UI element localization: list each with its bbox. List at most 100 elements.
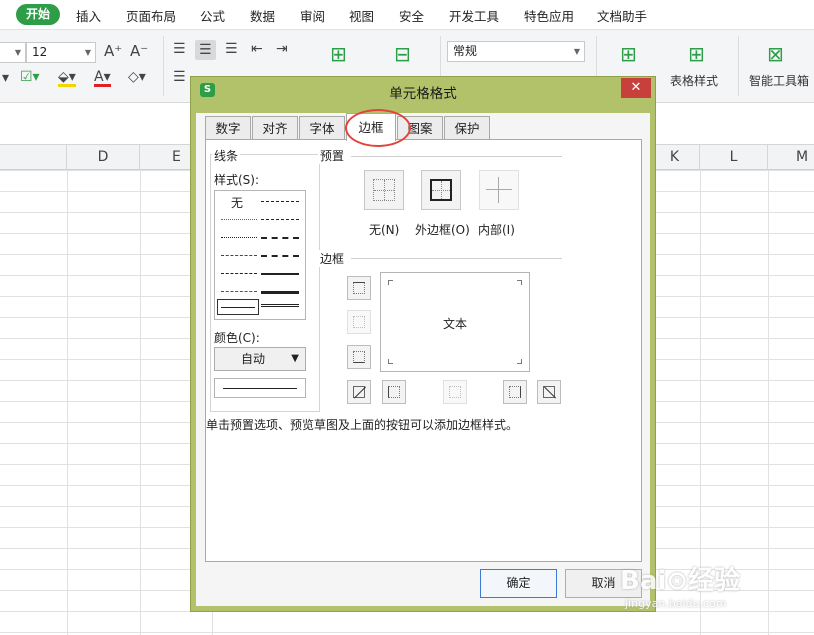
- border-top-button[interactable]: [347, 276, 371, 300]
- menu-data[interactable]: 数据: [250, 6, 275, 25]
- preset-inside-button[interactable]: [479, 170, 519, 210]
- border-diagonal-down-button[interactable]: [537, 380, 561, 404]
- style-dash-dot[interactable]: [221, 255, 257, 256]
- style-dashed[interactable]: [221, 291, 257, 292]
- style-label: 样式(S):: [214, 173, 260, 187]
- watermark-url: jingyan.baidu.com: [625, 597, 727, 610]
- cell-fill-icon[interactable]: ▾: [2, 71, 9, 85]
- hint-text: 单击预置选项、预览草图及上面的按钮可以添加边框样式。: [206, 418, 519, 432]
- ok-button[interactable]: 确定: [480, 569, 557, 598]
- style-hair[interactable]: [221, 219, 257, 220]
- dialog-title: 单元格格式: [389, 86, 457, 102]
- fill-color-icon[interactable]: ⬙▾: [58, 70, 76, 87]
- line-preview: [214, 378, 306, 398]
- menu-formula[interactable]: 公式: [200, 6, 225, 25]
- preset-inside-icon: [486, 177, 512, 203]
- preset-inside-label: 内部(I): [478, 223, 515, 237]
- color-value: 自动: [241, 352, 266, 366]
- preset-divider: [351, 156, 562, 157]
- toolbox-icon[interactable]: ⊠: [767, 44, 784, 64]
- conditional-format-icon[interactable]: ⊞: [620, 44, 637, 64]
- preset-outline-button[interactable]: [421, 170, 461, 210]
- line-style-list[interactable]: 无: [214, 190, 306, 320]
- style-dash-dot-dot[interactable]: [261, 219, 299, 220]
- menu-special-apps[interactable]: 特色应用: [524, 6, 574, 25]
- style-double[interactable]: [261, 304, 299, 307]
- column-l-label: L: [729, 149, 738, 165]
- column-c[interactable]: [0, 145, 67, 170]
- font-size-value: 12: [32, 45, 48, 59]
- cell-format-dialog: S 单元格格式 ✕ 数字 对齐 字体 边框 图案 保护 线条 样式(S): 无: [190, 76, 656, 612]
- border-left-button[interactable]: [382, 380, 406, 404]
- border-inside-vertical-button[interactable]: [443, 380, 467, 404]
- preset-none-button[interactable]: [364, 170, 404, 210]
- style-medium[interactable]: [261, 273, 299, 275]
- close-button[interactable]: ✕: [621, 78, 651, 98]
- dropdown-arrow-icon: ▼: [291, 353, 299, 364]
- border-diagonal-up-button[interactable]: [347, 380, 371, 404]
- indent-increase-icon[interactable]: ⇥: [276, 42, 288, 56]
- border-divider: [351, 258, 562, 259]
- style-dash-dot-thick[interactable]: [261, 201, 299, 202]
- table-style-button[interactable]: 表格样式: [670, 72, 718, 89]
- indent-decrease-icon[interactable]: ⇤: [251, 42, 263, 56]
- number-format-select[interactable]: 常规 ▼: [447, 41, 585, 62]
- tab-font[interactable]: 字体: [299, 116, 345, 140]
- menu-page-layout[interactable]: 页面布局: [126, 6, 176, 25]
- column-m-label: M: [796, 149, 809, 165]
- menu-security[interactable]: 安全: [399, 6, 424, 25]
- column-l[interactable]: L: [700, 145, 768, 170]
- font-size-select[interactable]: 12 ▼: [26, 42, 96, 63]
- tab-number[interactable]: 数字: [205, 116, 251, 140]
- border-bottom-button[interactable]: [347, 345, 371, 369]
- preset-outline-icon: [430, 179, 452, 201]
- align-top-icon[interactable]: ☰: [173, 42, 186, 56]
- border-preview[interactable]: 文本: [380, 272, 530, 372]
- style-dotted[interactable]: [221, 237, 257, 238]
- style-thick[interactable]: [261, 291, 299, 294]
- style-thin-selected[interactable]: [217, 299, 259, 315]
- column-m[interactable]: M: [768, 145, 814, 170]
- smart-toolbox-button[interactable]: 智能工具箱: [749, 72, 809, 89]
- preset-group-title: 预置: [318, 147, 347, 164]
- style-medium-dash-dot[interactable]: [261, 237, 299, 239]
- font-name-select[interactable]: ▼: [0, 42, 26, 63]
- color-select[interactable]: 自动 ▼: [214, 347, 306, 371]
- wrap-text-icon[interactable]: ⊟: [394, 44, 411, 64]
- merge-center-icon[interactable]: ⊞: [330, 44, 347, 64]
- column-k-label: K: [669, 149, 680, 165]
- style-dash-dot-light[interactable]: [221, 273, 257, 274]
- style-none[interactable]: 无: [231, 194, 243, 211]
- eraser-icon[interactable]: ◇▾: [128, 70, 146, 84]
- border-tab-panel: 线条 样式(S): 无 颜色(C): 自动 ▼ 预置 无(N) 外边框(O) 内…: [205, 139, 642, 562]
- border-icon[interactable]: ☑▾: [20, 70, 40, 84]
- preset-none-label: 无(N): [369, 223, 400, 237]
- preview-text: 文本: [442, 317, 467, 331]
- border-group-title: 边框: [318, 250, 347, 267]
- menu-start-tab[interactable]: 开始: [16, 4, 60, 25]
- increase-font-icon[interactable]: A⁺: [104, 44, 122, 59]
- column-d-label: D: [97, 149, 109, 165]
- border-inside-horizontal-button[interactable]: [347, 310, 371, 334]
- line-group-title: 线条: [212, 147, 241, 164]
- font-color-icon[interactable]: A▾: [94, 70, 111, 87]
- align-bottom-icon[interactable]: ☰: [225, 42, 238, 56]
- table-style-icon[interactable]: ⊞: [688, 44, 705, 64]
- menu-doc-assistant[interactable]: 文档助手: [597, 6, 647, 25]
- column-d[interactable]: D: [67, 145, 140, 170]
- tab-alignment[interactable]: 对齐: [252, 116, 298, 140]
- tab-protection[interactable]: 保护: [444, 116, 490, 140]
- menu-developer[interactable]: 开发工具: [449, 6, 499, 25]
- border-right-button[interactable]: [503, 380, 527, 404]
- align-left-icon[interactable]: ☰: [173, 70, 186, 84]
- number-format-value: 常规: [453, 44, 478, 58]
- preset-outline-label: 外边框(O): [415, 223, 470, 237]
- menu-view[interactable]: 视图: [349, 6, 374, 25]
- align-middle-icon[interactable]: ☰: [195, 40, 216, 60]
- menu-insert[interactable]: 插入: [76, 6, 101, 25]
- decrease-font-icon[interactable]: A⁻: [130, 44, 148, 59]
- style-medium-dashed[interactable]: [261, 255, 299, 257]
- dialog-title-bar[interactable]: S 单元格格式 ✕: [191, 77, 655, 102]
- menu-review[interactable]: 审阅: [300, 6, 325, 25]
- column-k[interactable]: K: [650, 145, 700, 170]
